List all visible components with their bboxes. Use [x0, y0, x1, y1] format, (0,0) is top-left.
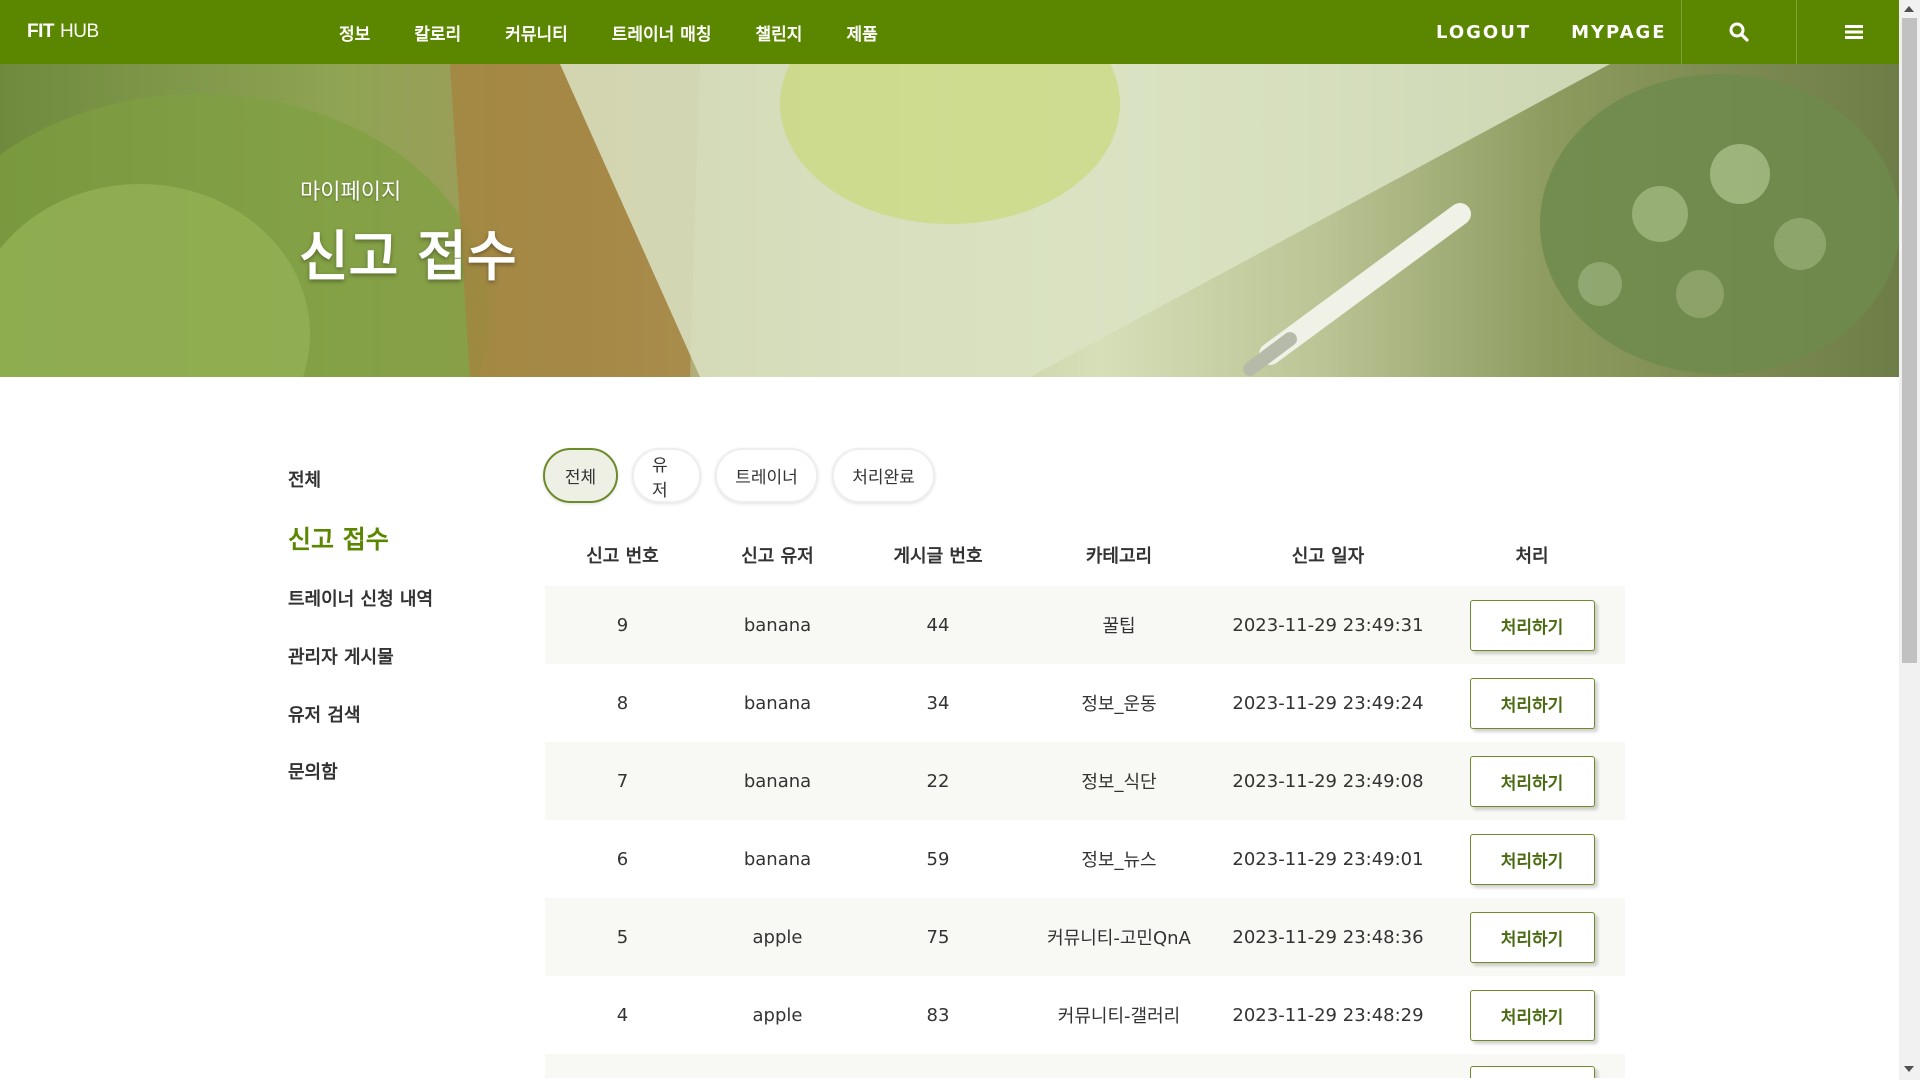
column-header-report-date: 신고 일자: [1291, 546, 1365, 567]
nav-item-trainer-matching[interactable]: 트레이너 매칭: [612, 20, 712, 45]
table-row: 9 banana 44 꿀팁 2023-11-29 23:49:31 처리하기: [545, 586, 1625, 664]
logout-link[interactable]: LOGOUT: [1436, 22, 1531, 43]
report-no: 9: [616, 614, 629, 636]
post-no: 59: [926, 848, 950, 870]
reporter-user: banana: [743, 770, 812, 792]
page-title: 신고 접수: [299, 225, 517, 288]
hero-subtitle: 마이페이지: [300, 180, 402, 205]
sidebar-item-user-search[interactable]: 유저 검색: [288, 701, 361, 727]
process-button-partial[interactable]: [1469, 1066, 1595, 1078]
category: 꿀팁: [1102, 616, 1136, 637]
report-no: 4: [616, 1004, 629, 1026]
brand-logo[interactable]: FIT HUB: [27, 0, 99, 64]
brand-logo-bold: FIT: [27, 21, 55, 42]
filter-chip-all[interactable]: 전체: [543, 448, 618, 503]
column-header-report-no: 신고 번호: [586, 546, 659, 567]
nav-item-calorie[interactable]: 칼로리: [414, 20, 461, 45]
menu-button[interactable]: [1796, 0, 1910, 64]
scroll-down-arrow-icon[interactable]: [1904, 1066, 1914, 1072]
report-date: 2023-11-29 23:48:36: [1232, 926, 1424, 948]
category: 정보_운동: [1081, 694, 1157, 715]
report-date: 2023-11-29 23:49:31: [1232, 614, 1424, 636]
reporter-user: banana: [743, 848, 812, 870]
post-no: 22: [926, 770, 950, 792]
hero-background-image: [0, 64, 1899, 377]
table-header: 신고 번호 신고 유저 게시글 번호 카테고리 신고 일자 처리: [545, 524, 1625, 586]
nav-item-info[interactable]: 정보: [339, 20, 370, 45]
report-date: 2023-11-29 23:49:01: [1232, 848, 1424, 870]
filter-chip-trainer[interactable]: 트레이너: [715, 448, 818, 503]
sidebar-item-report-received[interactable]: 신고 접수: [288, 520, 389, 556]
column-header-action: 처리: [1515, 546, 1549, 567]
category: 커뮤니티-고민QnA: [1047, 928, 1191, 949]
table-row: 4 apple 83 커뮤니티-갤러리 2023-11-29 23:48:29 …: [545, 976, 1625, 1054]
reporter-user: apple: [752, 1004, 803, 1026]
action-cell: 처리하기: [1439, 989, 1625, 1041]
post-no: 83: [926, 1004, 950, 1026]
hero-banner: 마이페이지 신고 접수: [0, 64, 1899, 377]
reporter-user: banana: [743, 614, 812, 636]
report-date: 2023-11-29 23:49:24: [1232, 692, 1424, 714]
account-menu: LOGOUT MYPAGE: [1436, 0, 1707, 64]
table-row: 5 apple 75 커뮤니티-고민QnA 2023-11-29 23:48:3…: [545, 898, 1625, 976]
filter-chip-user[interactable]: 유저: [632, 448, 701, 503]
report-date: 2023-11-29 23:49:08: [1232, 770, 1424, 792]
report-table: 신고 번호 신고 유저 게시글 번호 카테고리 신고 일자 처리 9 banan…: [545, 524, 1625, 1078]
process-button[interactable]: 처리하기: [1469, 989, 1595, 1041]
process-button[interactable]: 처리하기: [1469, 833, 1595, 885]
process-button[interactable]: 처리하기: [1469, 755, 1595, 807]
brand-logo-rest: HUB: [60, 21, 99, 42]
post-no: 34: [926, 692, 950, 714]
table-row: 7 banana 22 정보_식단 2023-11-29 23:49:08 처리…: [545, 742, 1625, 820]
report-filter-tabs: 전체 유저 트레이너 처리완료: [543, 448, 949, 503]
report-no: 6: [616, 848, 629, 870]
action-cell: 처리하기: [1439, 911, 1625, 963]
column-header-reporter: 신고 유저: [741, 546, 814, 567]
action-cell-partial: [1439, 1054, 1625, 1078]
nav-item-challenge[interactable]: 챌린지: [756, 20, 803, 45]
main-menu: 정보 칼로리 커뮤니티 트레이너 매칭 챌린지 제품: [339, 0, 922, 64]
filter-chip-resolved[interactable]: 처리완료: [832, 448, 935, 503]
search-icon: [1729, 22, 1749, 42]
table-row: 8 banana 34 정보_운동 2023-11-29 23:49:24 처리…: [545, 664, 1625, 742]
process-button[interactable]: 처리하기: [1469, 599, 1595, 651]
report-no: 5: [616, 926, 629, 948]
search-button[interactable]: [1681, 0, 1795, 64]
sidebar-item-inbox[interactable]: 문의함: [288, 758, 338, 784]
report-no: 8: [616, 692, 629, 714]
report-date: 2023-11-29 23:48:29: [1232, 1004, 1424, 1026]
action-cell: 처리하기: [1439, 677, 1625, 729]
sidebar-item-trainer-applications[interactable]: 트레이너 신청 내역: [288, 585, 433, 611]
category: 커뮤니티-갤러리: [1057, 1006, 1181, 1027]
hamburger-menu-icon: [1844, 25, 1863, 39]
action-cell: 처리하기: [1439, 833, 1625, 885]
scroll-up-arrow-icon[interactable]: [1904, 6, 1914, 12]
reporter-user: banana: [743, 692, 812, 714]
category: 정보_뉴스: [1081, 850, 1157, 871]
post-no: 75: [926, 926, 950, 948]
reporter-user: apple: [752, 926, 803, 948]
post-no: 44: [926, 614, 950, 636]
nav-item-community[interactable]: 커뮤니티: [505, 20, 568, 45]
table-row-partial: [545, 1054, 1625, 1078]
sidebar-item-admin-posts[interactable]: 관리자 게시물: [288, 643, 394, 669]
process-button[interactable]: 처리하기: [1469, 911, 1595, 963]
page-scrollbar[interactable]: [1899, 0, 1920, 1080]
column-header-post-no: 게시글 번호: [893, 546, 983, 567]
category: 정보_식단: [1081, 772, 1157, 793]
action-cell: 처리하기: [1439, 755, 1625, 807]
action-cell: 처리하기: [1439, 599, 1625, 651]
process-button[interactable]: 처리하기: [1469, 677, 1595, 729]
report-no: 7: [616, 770, 629, 792]
column-header-category: 카테고리: [1085, 546, 1153, 567]
scrollbar-thumb[interactable]: [1902, 18, 1917, 663]
top-navbar: FIT HUB 정보 칼로리 커뮤니티 트레이너 매칭 챌린지 제품 LOGOU…: [0, 0, 1899, 64]
sidebar-item-all[interactable]: 전체: [288, 466, 321, 492]
nav-item-products[interactable]: 제품: [846, 20, 877, 45]
mypage-link[interactable]: MYPAGE: [1571, 22, 1667, 43]
table-row: 6 banana 59 정보_뉴스 2023-11-29 23:49:01 처리…: [545, 820, 1625, 898]
